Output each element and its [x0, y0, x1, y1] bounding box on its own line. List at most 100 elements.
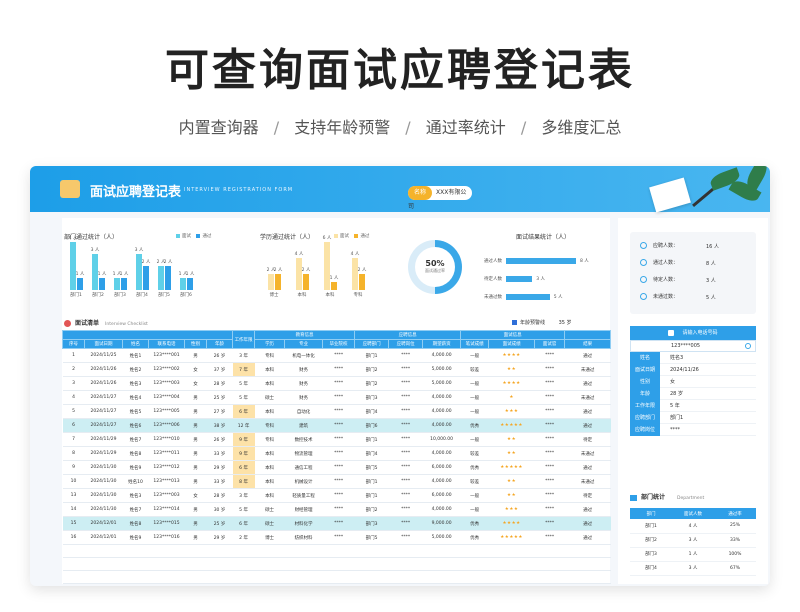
phone-query: 请输入电话号码 123****005 姓名 姓名3 面试日期 2024/11/26 性别…: [630, 326, 756, 436]
table-cell: 通过: [564, 404, 611, 419]
table-cell: 优秀: [460, 418, 489, 433]
table-cell: 6,000.00: [422, 488, 461, 503]
table-cell: 3 年: [232, 488, 255, 503]
table-cell: 本科: [254, 474, 285, 489]
query-key: 性别: [630, 376, 660, 388]
table-cell: 7: [62, 432, 85, 447]
table-row[interactable]: 3 2024/11/26 姓名3 123****003 女 28 岁5 年本科 财务 ****…: [62, 376, 611, 391]
table-cell: 本科: [254, 376, 285, 391]
interview-table: 工作年限 教育信息 应聘信息 面试信息 序号 面试日期 姓名 联系电话 性别 年龄 学历 专业…: [61, 330, 612, 586]
empty-row: [62, 570, 611, 584]
table-cell: 5,000.00: [422, 376, 461, 391]
chart-data-label: 2 人: [357, 268, 367, 273]
table-cell: 123****014: [148, 502, 185, 517]
table-cell: ****: [322, 516, 355, 531]
query-result-row: 性别 女: [630, 376, 756, 388]
table-row[interactable]: 7 2024/11/29 姓名7 123****010 男 26 岁9 年专科 数控技术 **…: [62, 432, 611, 447]
column-header: 应聘部门: [354, 339, 390, 349]
table-cell: 通过: [564, 530, 611, 545]
table-cell: 轻质量工程: [284, 488, 323, 503]
chart-category-label: 部门3: [114, 293, 126, 298]
table-row[interactable]: 6 2024/11/27 姓名6 123****006 男 38 岁 12 年专科 建筑 ***…: [62, 418, 611, 433]
company-field[interactable]: 名称 XXX有限公司: [408, 186, 472, 210]
summary-row: 未通过数： 5 人: [640, 293, 750, 305]
table-cell: 33 岁: [206, 446, 233, 461]
table-row[interactable]: 14 2024/11/30 姓名7 123****014 男 30 岁5 年硕士 财经管理 *…: [62, 502, 611, 517]
empty-cell: [184, 583, 207, 586]
table-row[interactable]: 9 2024/11/30 姓名9 123****012 男 29 岁6 年本科 通信工程 **…: [62, 460, 611, 475]
table-cell: ****: [534, 502, 565, 517]
table-cell: 部门1: [354, 348, 389, 363]
table-cell: 2024/11/25: [84, 348, 123, 363]
chart-category-label: 专科: [353, 293, 363, 298]
table-row[interactable]: 16 2024/12/01 姓名9 123****016 男 29 岁2 年博士 纺织材料 *…: [62, 530, 611, 545]
table-row[interactable]: 2 2024/11/26 姓名2 123****002 女 37 岁7 年本科 财务 ****…: [62, 362, 611, 377]
search-icon[interactable]: [745, 343, 751, 349]
table-cell: 男: [184, 460, 207, 475]
table-cell: ★★★★★: [488, 530, 535, 545]
pass-rate-value: 50%: [425, 259, 445, 268]
chart-bar-passed: [99, 278, 105, 290]
empty-cell: [254, 557, 285, 571]
table-cell: 13: [62, 488, 85, 503]
empty-cell: [148, 557, 185, 571]
user-icon: [640, 242, 647, 249]
table-cell: ****: [322, 362, 355, 377]
table-cell: 2024/11/29: [84, 432, 123, 447]
table-cell: 机电一体化: [284, 348, 323, 363]
table-row[interactable]: 1 2024/11/25 姓名1 123****001 男 26 岁3 年专科 机电一体化 *…: [62, 348, 611, 363]
table-cell: 未通过: [564, 474, 611, 489]
column-header: 序号: [62, 339, 85, 349]
summary-card: 应聘人数： 16 人 通过人数： 8 人 待定人数： 3 人 未通过数： 5 人: [630, 232, 756, 314]
dept-cell: 3 人: [672, 533, 714, 548]
table-cell: 25 岁: [206, 516, 233, 531]
age-warning-value[interactable]: 35 岁: [559, 320, 572, 326]
table-cell: 6: [62, 418, 85, 433]
table-cell: ****: [534, 460, 565, 475]
table-cell: 27 岁: [206, 404, 233, 419]
table-cell: ****: [388, 348, 423, 363]
table-cell: ****: [388, 460, 423, 475]
table-cell: 部门5: [354, 460, 389, 475]
empty-cell: [322, 557, 355, 571]
table-cell: 16: [62, 530, 85, 545]
box-icon: [60, 180, 80, 198]
dept-cell: 67%: [714, 561, 756, 576]
table-cell: ****: [322, 474, 355, 489]
query-result-row: 应聘部门 部门1: [630, 412, 756, 424]
age-warning: 年龄预警线 35 岁: [512, 319, 572, 326]
table-row[interactable]: 5 2024/11/27 姓名5 123****005 男 27 岁6 年本科 自动化 ***…: [62, 404, 611, 419]
warning-icon: [512, 320, 517, 325]
pen-decoration: [692, 187, 714, 208]
feature-list: 内置查询器 / 支持年龄预警 / 通过率统计 / 多维度汇总: [0, 114, 800, 138]
empty-cell: [354, 557, 389, 571]
table-cell: 3: [62, 376, 85, 391]
table-cell: 5 年: [232, 390, 255, 405]
table-row[interactable]: 13 2024/11/30 姓名3 123****003 女 28 岁3 年本科 轻质量工程…: [62, 488, 611, 503]
table-row[interactable]: 15 2024/12/01 姓名8 123****015 男 25 岁6 年硕士 材料化学 *…: [62, 516, 611, 531]
phone-search-input[interactable]: 123****005: [630, 340, 756, 352]
dept-body: 部门1 4 人 25% 部门2 3 人 33% 部门3 1 人 100% 部门4 3 人 67%: [630, 519, 756, 576]
table-cell: 部门3: [354, 390, 389, 405]
table-cell: ★★★: [488, 404, 535, 419]
table-row[interactable]: 4 2024/11/27 姓名4 123****004 男 25 岁5 年硕士 财务 ****…: [62, 390, 611, 405]
table-cell: ****: [322, 404, 355, 419]
column-header: 性别: [184, 339, 207, 349]
person-icon: [64, 320, 71, 327]
table-cell: 通过: [564, 502, 611, 517]
paper-decoration: [649, 177, 691, 213]
table-cell: 38 岁: [206, 418, 233, 433]
empty-cell: [422, 583, 461, 586]
chart-data-label: 2 人: [301, 268, 311, 273]
table-cell: 2024/12/01: [84, 516, 123, 531]
building-icon: [630, 494, 637, 501]
table-cell: 部门3: [354, 516, 389, 531]
empty-cell: [122, 583, 149, 586]
table-row[interactable]: 10 2024/11/30 姓名10 123****013 男 33 岁8 年本科 机械设计…: [62, 474, 611, 489]
empty-cell: [322, 544, 355, 558]
empty-cell: [232, 557, 255, 571]
dept-column-header: 通过率: [714, 508, 756, 519]
table-cell: 较差: [460, 362, 489, 377]
dept-cell: 1 人: [672, 547, 714, 562]
table-row[interactable]: 8 2024/11/29 姓名8 123****011 男 33 岁9 年本科 物流管理 **…: [62, 446, 611, 461]
